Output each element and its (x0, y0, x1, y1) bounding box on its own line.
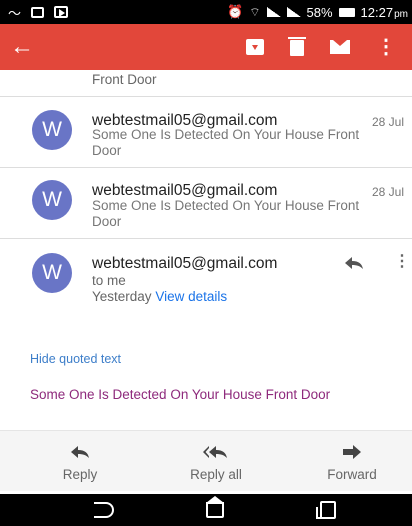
message-more-icon[interactable]: ⋮ (394, 254, 410, 270)
action-bar: Reply Reply all Forward (0, 430, 412, 491)
play-icon (54, 6, 69, 18)
message-time: Yesterday View details (92, 289, 228, 304)
sender-email[interactable]: webtestmail05@gmail.com (92, 255, 277, 273)
message-snippet: Some One Is Detected On Your House Front… (92, 127, 360, 158)
reply-button[interactable]: Reply (30, 443, 130, 482)
navigation-bar (0, 494, 412, 526)
mark-unread-icon[interactable] (330, 40, 350, 54)
divider (0, 238, 412, 239)
divider (0, 167, 412, 168)
reply-all-icon (203, 446, 227, 458)
nav-back-icon[interactable] (94, 502, 114, 518)
message-date: 28 Jul (371, 185, 404, 199)
clock: 12:27pm (360, 4, 408, 20)
message-body: Some One Is Detected On Your House Front… (30, 387, 331, 402)
reply-all-button[interactable]: Reply all (166, 443, 266, 482)
status-bar: 〜 ⏰ ⌔ 58% 12:27pm (0, 0, 412, 24)
toolbar: ← ⋮ (0, 24, 412, 70)
signal-icon (266, 7, 281, 17)
nav-home-icon[interactable] (206, 496, 224, 518)
signal-icon-2 (286, 7, 301, 17)
hide-quoted-text-link[interactable]: Hide quoted text (30, 352, 121, 366)
alarm-icon: ⏰ (227, 4, 244, 19)
reply-icon (71, 446, 89, 458)
recipient: to me (92, 273, 126, 288)
forward-icon (343, 445, 361, 459)
battery-icon (338, 7, 355, 17)
reply-icon[interactable] (344, 256, 364, 270)
battery-percent: 58% (306, 4, 333, 20)
more-options-icon[interactable]: ⋮ (376, 37, 396, 57)
message-snippet: Some One Is Detected On Your House Front… (92, 198, 360, 229)
avatar: W (32, 110, 72, 150)
previous-message-snippet: Front Door (92, 72, 157, 87)
nav-recents-icon[interactable] (316, 501, 336, 519)
back-arrow-icon[interactable]: ← (10, 33, 40, 61)
view-details-link[interactable]: View details (155, 289, 227, 304)
message-icon (31, 6, 45, 18)
missed-call-icon: 〜 (8, 5, 22, 21)
divider (0, 96, 412, 97)
archive-icon[interactable] (246, 39, 264, 55)
forward-button[interactable]: Forward (302, 443, 402, 482)
avatar: W (32, 180, 72, 220)
avatar: W (32, 253, 72, 293)
wifi-icon: ⌔ (249, 4, 261, 19)
delete-icon[interactable] (288, 37, 306, 56)
